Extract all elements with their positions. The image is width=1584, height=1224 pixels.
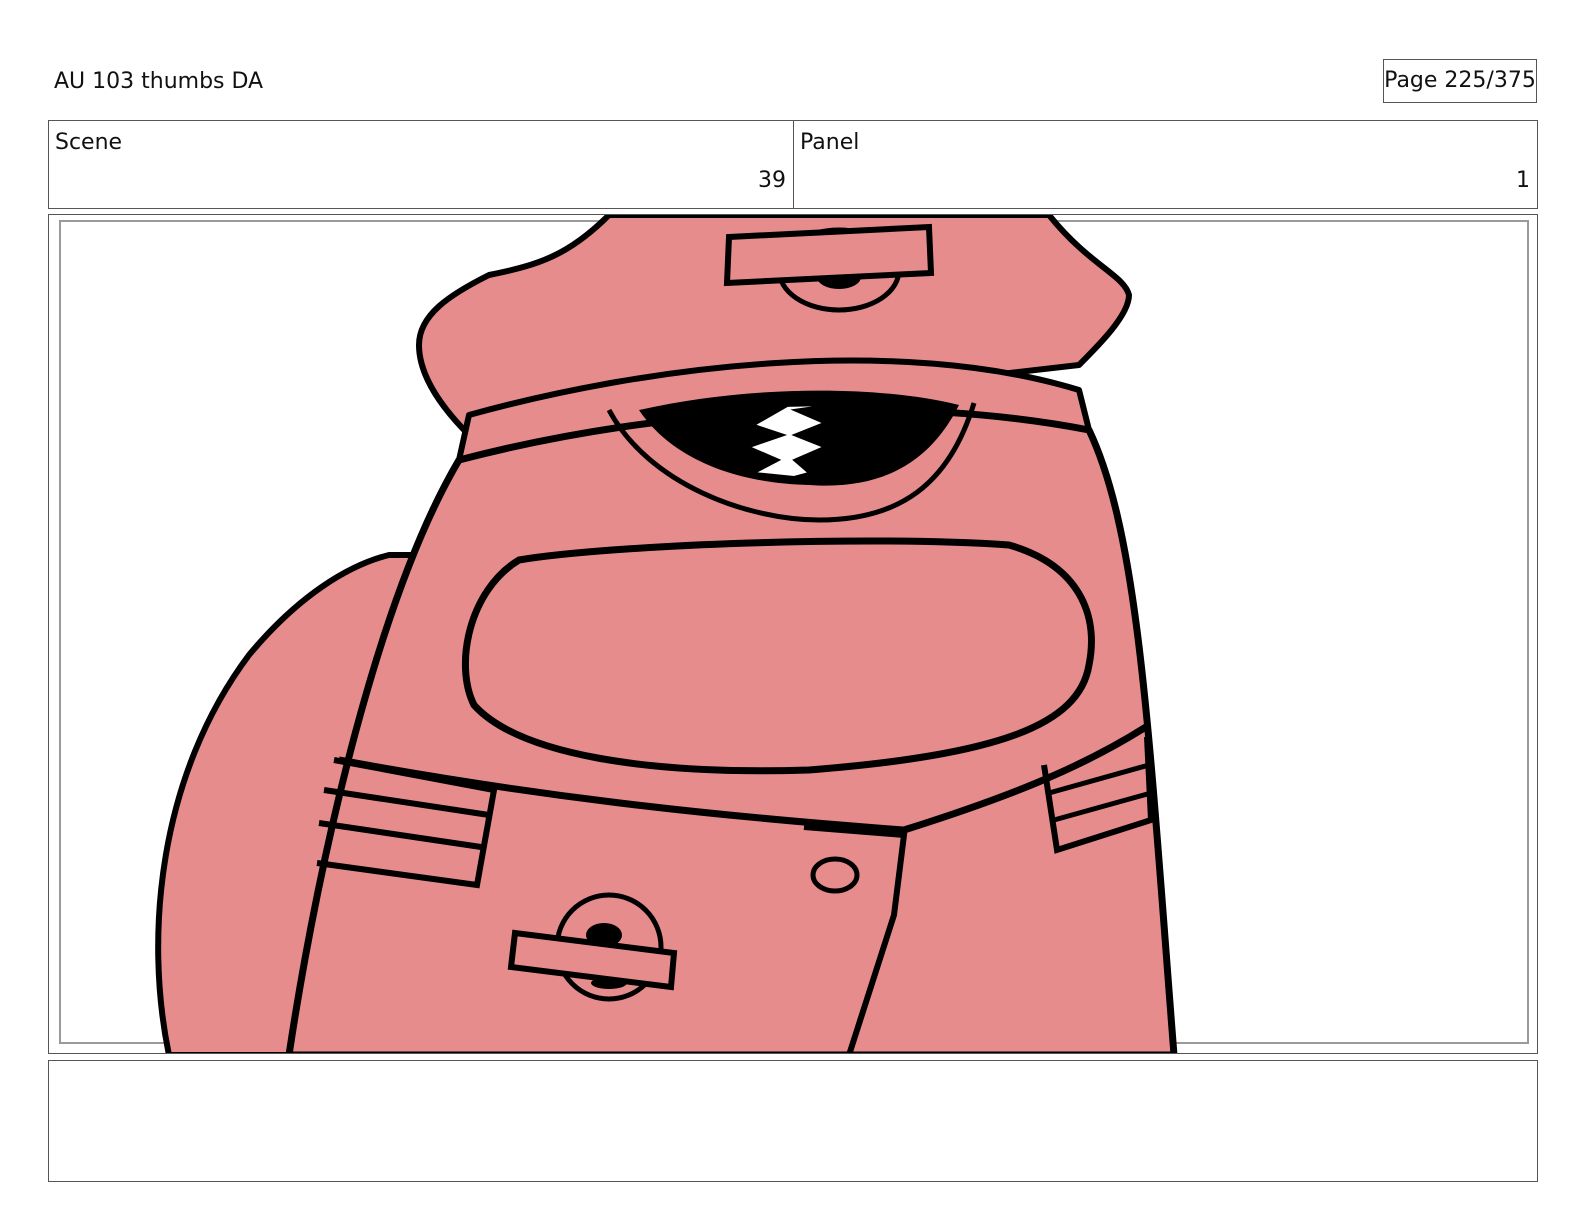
scene-number: 39 — [758, 168, 786, 193]
scene-panel-info: Scene 39 Panel 1 — [48, 120, 1538, 209]
storyboard-drawing — [59, 215, 1529, 1053]
scene-cell: Scene 39 — [49, 121, 794, 208]
chest-mouth — [591, 977, 627, 989]
page-indicator: Page 225/375 — [1383, 59, 1537, 103]
panel-label: Panel — [800, 130, 860, 155]
visor — [461, 537, 1095, 775]
storyboard-frame — [48, 214, 1538, 1054]
scene-label: Scene — [55, 130, 123, 155]
document-title: AU 103 thumbs DA — [54, 69, 264, 94]
panel-number: 1 — [1516, 168, 1530, 193]
notes-area — [48, 1060, 1538, 1182]
panel-cell: Panel 1 — [794, 121, 1537, 208]
pocket-button — [810, 856, 860, 894]
hat-visor-bar — [723, 223, 935, 287]
